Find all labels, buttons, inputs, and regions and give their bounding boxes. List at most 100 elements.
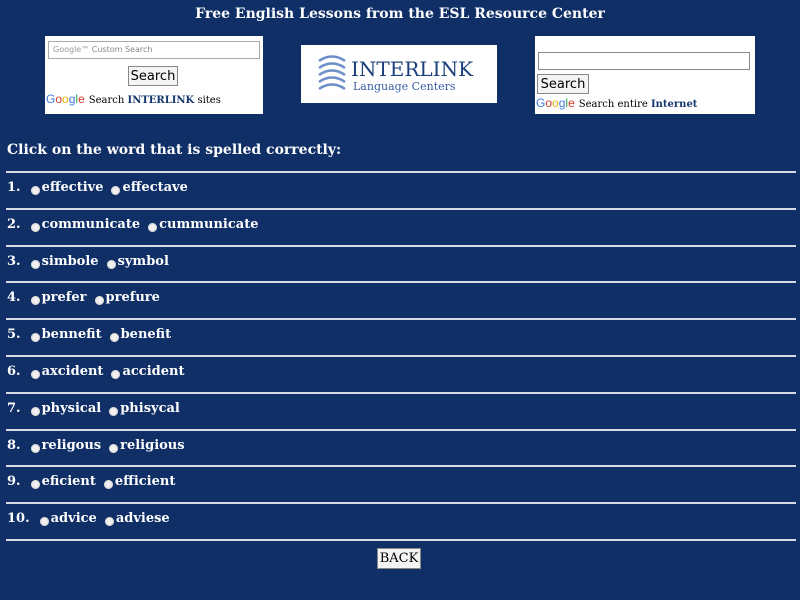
radio-button[interactable] xyxy=(30,333,40,342)
question-row: 9. eficient efficient xyxy=(7,474,183,489)
google-logo-icon: Google xyxy=(536,96,575,110)
answer-word: effective xyxy=(41,180,104,195)
answer-word: physical xyxy=(41,401,102,416)
divider xyxy=(6,465,796,467)
answer-word: axcident xyxy=(41,364,104,379)
question-number: 3. xyxy=(7,254,21,269)
answer-option[interactable]: communicate xyxy=(30,217,141,232)
answer-option[interactable]: adviese xyxy=(104,511,170,526)
radio-button[interactable] xyxy=(109,407,119,416)
radio-button[interactable] xyxy=(39,517,49,526)
answer-word: adviese xyxy=(115,511,170,526)
divider xyxy=(6,429,796,431)
answer-option[interactable]: symbol xyxy=(106,254,169,269)
radio-button[interactable] xyxy=(94,296,104,305)
radio-button[interactable] xyxy=(30,407,40,416)
answer-word: prefer xyxy=(41,290,87,305)
answer-option[interactable]: benefit xyxy=(109,327,172,342)
answer-word: benefit xyxy=(120,327,172,342)
answer-word: communicate xyxy=(41,217,141,232)
search-footer: Google Search INTERLINK sites xyxy=(46,92,221,106)
back-button[interactable]: BACK xyxy=(377,548,421,569)
answer-word: religious xyxy=(120,438,185,453)
answer-option[interactable]: religious xyxy=(109,438,185,453)
radio-button[interactable] xyxy=(30,223,40,232)
footer-prefix: Search entire xyxy=(578,99,648,110)
question-number: 8. xyxy=(7,438,21,453)
answer-option[interactable]: accident xyxy=(111,364,184,379)
question-number: 10. xyxy=(7,511,30,526)
radio-button[interactable] xyxy=(111,186,121,195)
logo-name: INTERLINK xyxy=(351,57,474,81)
answer-option[interactable]: effective xyxy=(30,180,104,195)
internet-search-box: Search Google Search entire Internet xyxy=(535,36,755,114)
question-row: 7. physical phisycal xyxy=(7,401,188,416)
answer-option[interactable]: simbole xyxy=(30,254,99,269)
answer-word: advice xyxy=(50,511,97,526)
answer-option[interactable]: efficient xyxy=(103,474,175,489)
divider xyxy=(6,539,796,541)
answer-word: effectave xyxy=(122,180,188,195)
footer-brand: INTERLINK xyxy=(127,95,195,106)
answer-option[interactable]: advice xyxy=(39,511,97,526)
internet-search-input[interactable] xyxy=(538,52,750,70)
question-number: 5. xyxy=(7,327,21,342)
internet-search-footer: Google Search entire Internet xyxy=(536,96,697,110)
answer-option[interactable]: religous xyxy=(30,438,102,453)
page-title: Free English Lessons from the ESL Resour… xyxy=(195,6,605,22)
divider xyxy=(6,171,796,173)
radio-button[interactable] xyxy=(104,517,114,526)
radio-button[interactable] xyxy=(111,370,121,379)
logo-subtitle: Language Centers xyxy=(353,80,456,93)
question-number: 1. xyxy=(7,180,21,195)
question-number: 7. xyxy=(7,401,21,416)
interlink-logo[interactable]: INTERLINK Language Centers xyxy=(301,45,497,103)
divider xyxy=(6,245,796,247)
answer-option[interactable]: prefer xyxy=(30,290,87,305)
answer-word: prefure xyxy=(105,290,160,305)
custom-search-input[interactable]: Google™ Custom Search xyxy=(48,41,260,59)
footer-suffix: sites xyxy=(197,95,221,106)
question-row: 8. religous religious xyxy=(7,438,193,453)
answer-word: religous xyxy=(41,438,102,453)
answer-option[interactable]: effectave xyxy=(111,180,188,195)
footer-prefix: Search xyxy=(88,95,125,106)
internet-search-button[interactable]: Search xyxy=(537,74,589,94)
radio-button[interactable] xyxy=(30,296,40,305)
radio-button[interactable] xyxy=(30,260,40,269)
divider xyxy=(6,392,796,394)
answer-option[interactable]: eficient xyxy=(30,474,96,489)
interlink-mark-icon xyxy=(318,55,346,91)
answer-word: accident xyxy=(122,364,185,379)
answer-option[interactable]: axcident xyxy=(30,364,104,379)
answer-option[interactable]: prefure xyxy=(94,290,160,305)
radio-button[interactable] xyxy=(30,480,40,489)
radio-button[interactable] xyxy=(109,333,119,342)
answer-word: symbol xyxy=(117,254,169,269)
answer-word: phisycal xyxy=(120,401,180,416)
radio-button[interactable] xyxy=(106,260,116,269)
radio-button[interactable] xyxy=(30,186,40,195)
question-row: 3. simbole symbol xyxy=(7,254,177,269)
answer-option[interactable]: phisycal xyxy=(109,401,180,416)
radio-button[interactable] xyxy=(30,444,40,453)
divider xyxy=(6,502,796,504)
question-row: 4. prefer prefure xyxy=(7,290,168,305)
answer-option[interactable]: physical xyxy=(30,401,102,416)
search-button[interactable]: Search xyxy=(128,66,178,86)
answer-word: eficient xyxy=(41,474,96,489)
radio-button[interactable] xyxy=(103,480,113,489)
question-number: 4. xyxy=(7,290,21,305)
radio-button[interactable] xyxy=(30,370,40,379)
divider xyxy=(6,208,796,210)
google-logo-icon: Google xyxy=(46,92,85,106)
question-row: 2. communicate cummunicate xyxy=(7,217,266,232)
search-placeholder: Google™ Custom Search xyxy=(53,45,153,54)
radio-button[interactable] xyxy=(109,444,119,453)
answer-option[interactable]: bennefit xyxy=(30,327,102,342)
radio-button[interactable] xyxy=(148,223,158,232)
question-row: 5. bennefit benefit xyxy=(7,327,179,342)
answer-option[interactable]: cummunicate xyxy=(148,217,258,232)
question-number: 9. xyxy=(7,474,21,489)
answer-word: bennefit xyxy=(41,327,102,342)
